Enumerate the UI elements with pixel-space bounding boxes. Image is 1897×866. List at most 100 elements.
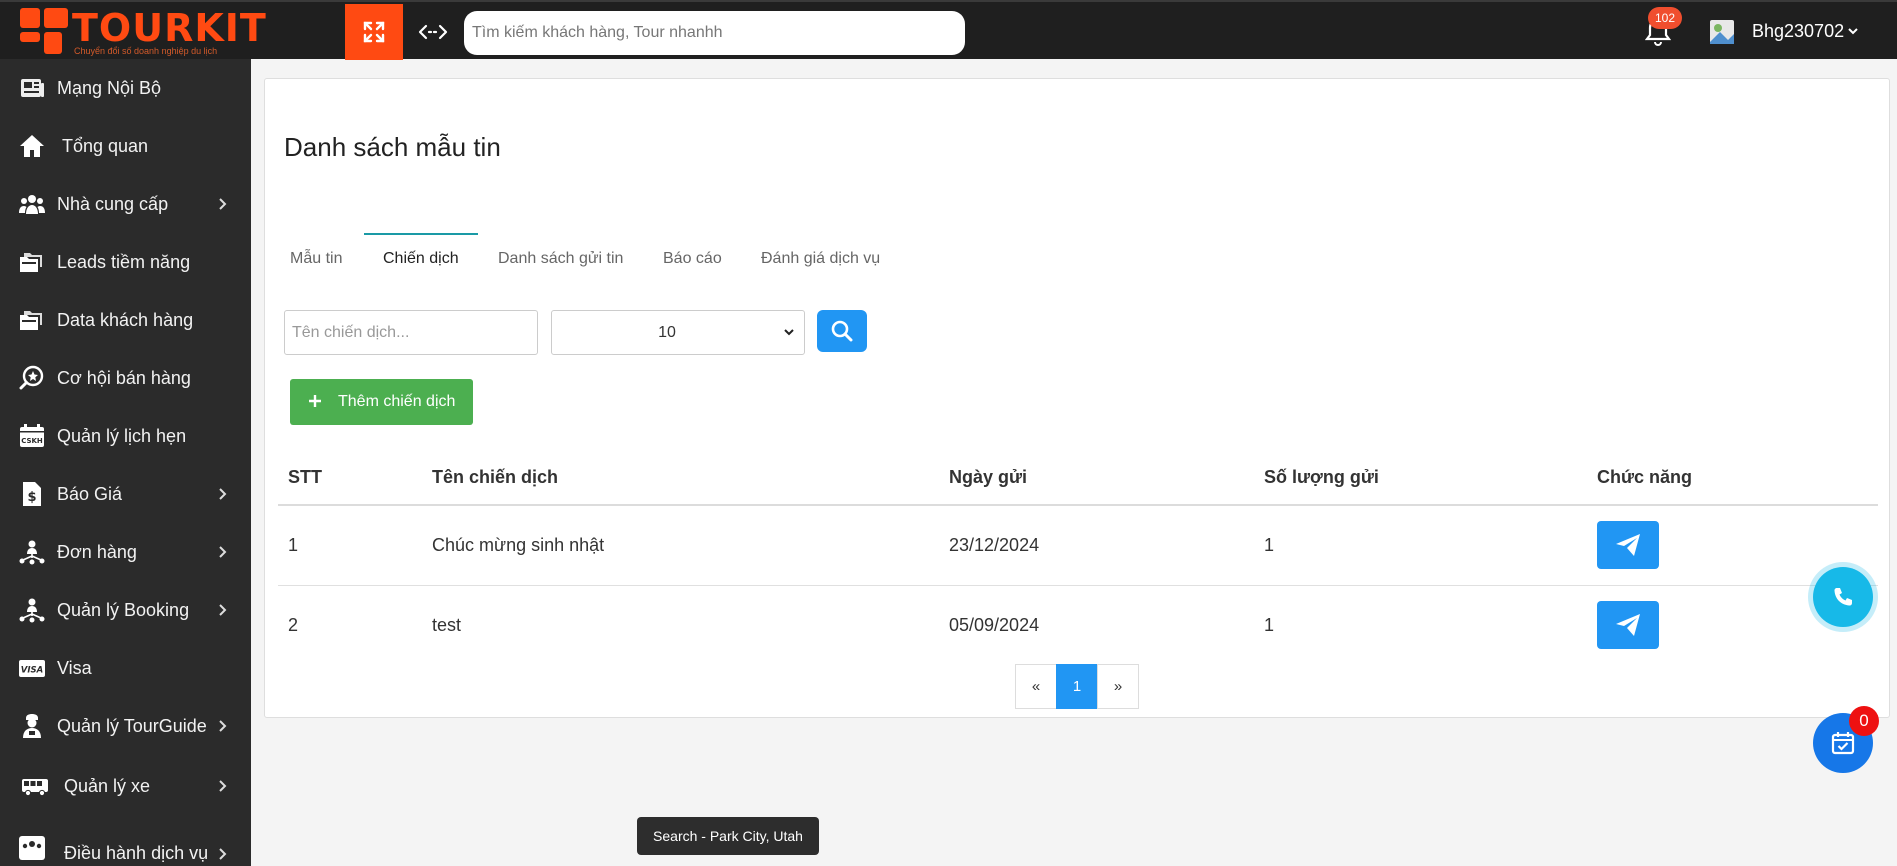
phone-icon [1834,588,1852,606]
page-title: Danh sách mẫu tin [284,132,501,162]
sidebar-item-bao-gia[interactable]: $ Báo Giá [0,465,251,523]
page-size-select[interactable]: 10 [551,310,805,355]
guide-person-icon [23,714,41,738]
column-header-actions: Chức năng [1597,467,1693,487]
add-campaign-label: Thêm chiến dịch [338,393,456,410]
table-cell-send-date: 23/12/2024 [949,535,1040,555]
svg-text:$: $ [27,490,36,505]
sidebar-item-label: Cơ hội bán hàng [57,367,191,388]
sidebar-item-leads-tiem-nang[interactable]: Leads tiềm năng [0,233,251,291]
home-icon [20,135,44,157]
tab-mau-tin[interactable]: Mẫu tin [290,250,342,268]
send-campaign-button[interactable] [1597,601,1659,649]
network-icon [19,598,45,623]
sidebar-item-co-hoi-ban-hang[interactable]: Cơ hội bán hàng [0,349,251,407]
sidebar-item-label: Báo Giá [57,483,123,504]
folders-icon [20,311,42,330]
chevron-right-icon [219,720,227,732]
chevron-down-icon [784,329,794,336]
team-icon [19,836,45,860]
tab-bao-cao[interactable]: Báo cáo [663,250,722,268]
sidebar-item-label: Quản lý xe [64,775,151,796]
tab-danh-gia-dich-vu[interactable]: Đánh giá dịch vụ [761,250,880,268]
sidebar-item-label: Leads tiềm năng [57,251,191,272]
call-button[interactable] [1813,567,1873,627]
quick-search-input[interactable] [464,11,965,55]
column-header-campaign-name: Tên chiến dịch [432,467,559,487]
task-count-badge: 0 [1849,706,1879,736]
sidebar-item-tong-quan[interactable]: Tổng quan [0,117,251,175]
sidebar-item-quan-ly-xe[interactable]: Quản lý xe [0,757,251,815]
tab-danh-sach-gui-tin[interactable]: Danh sách gửi tin [498,250,623,268]
add-campaign-button[interactable]: Thêm chiến dịch [290,379,473,425]
newspaper-icon [21,79,44,97]
sidebar: Mạng Nội Bộ Tổng quan Nhà cung cấp Leads… [0,59,251,866]
fullscreen-button[interactable] [345,4,403,60]
sidebar-item-label: Đơn hàng [57,541,137,562]
chevron-right-icon [219,604,227,616]
sidebar-item-label: Quản lý TourGuide [57,715,207,736]
paper-plane-icon [1616,614,1640,636]
pagination-prev[interactable]: « [1015,664,1057,709]
table-cell-send-date: 05/09/2024 [949,615,1040,635]
chevron-right-icon [219,546,227,558]
column-header-send-count: Số lượng gửi [1264,467,1379,487]
table-cell-send-count: 1 [1264,535,1275,555]
top-bar: TOURKIT Chuyển đổi số doanh nghiệp du lị… [0,0,1897,60]
logo[interactable]: TOURKIT Chuyển đổi số doanh nghiệp du lị… [18,6,266,58]
column-header-send-date: Ngày gửi [949,467,1028,487]
cskh-calendar-icon: CSKH [20,424,44,447]
campaign-name-input[interactable] [284,310,538,355]
search-icon [831,320,853,342]
table-header-divider [278,504,1878,506]
send-campaign-button[interactable] [1597,521,1659,569]
logo-slogan: Chuyển đổi số doanh nghiệp du lịch [74,46,218,56]
sidebar-item-quan-ly-lich-hen[interactable]: CSKH Quản lý lịch hẹn [0,407,251,465]
visa-card-icon: VISA [19,660,45,677]
sidebar-item-quan-ly-tourguide[interactable]: Quản lý TourGuide [0,697,251,755]
chevron-right-icon [219,780,227,792]
page-size-value: 10 [658,324,676,341]
sidebar-item-label: Mạng Nội Bộ [57,77,162,98]
chevron-right-icon [219,198,227,210]
chevron-down-icon[interactable] [1847,25,1859,37]
users-icon [19,195,45,214]
chevron-right-icon [219,848,227,860]
horizontal-arrows-icon[interactable] [418,20,448,44]
table-cell-send-count: 1 [1264,615,1275,635]
search-tooltip: Search - Park City, Utah [637,817,819,855]
avatar[interactable] [1706,16,1738,48]
pagination-page-1[interactable]: 1 [1056,664,1098,709]
sidebar-item-label: Quản lý Booking [57,599,190,620]
sidebar-item-mang-noi-bo[interactable]: Mạng Nội Bộ [0,59,251,117]
table-cell-campaign-name: Chúc mừng sinh nhật [432,535,605,555]
expand-icon [363,21,385,43]
sidebar-item-nha-cung-cap[interactable]: Nhà cung cấp [0,175,251,233]
sidebar-item-quan-ly-booking[interactable]: Quản lý Booking [0,581,251,639]
svg-text:VISA: VISA [21,666,43,676]
sidebar-item-label: Tổng quan [62,135,149,156]
sidebar-item-label: Nhà cung cấp [57,193,169,214]
search-star-icon [19,365,44,390]
network-icon [19,540,45,565]
sidebar-item-data-khach-hang[interactable]: Data khách hàng [0,291,251,349]
sidebar-item-dieu-hanh-dich-vu[interactable]: Điều hành dịch vụ [0,815,251,866]
active-tab-indicator [364,233,478,235]
bus-icon [22,779,48,797]
search-button[interactable] [817,310,867,352]
column-header-stt: STT [288,467,322,487]
table-cell-stt: 1 [288,535,299,555]
pagination-next[interactable]: » [1097,664,1139,709]
user-name[interactable]: Bhg230702 [1752,21,1844,42]
table-cell-stt: 2 [288,615,299,635]
dollar-file-icon: $ [23,482,41,506]
sidebar-item-label: Data khách hàng [57,309,194,330]
sidebar-item-don-hang[interactable]: Đơn hàng [0,523,251,581]
chevron-right-icon [219,488,227,500]
sidebar-item-visa[interactable]: VISA Visa [0,639,251,697]
svg-text:CSKH: CSKH [21,437,43,445]
table-row-divider [278,585,1878,586]
tab-chien-dich[interactable]: Chiến dịch [383,250,459,268]
paper-plane-icon [1616,534,1640,556]
notification-badge: 102 [1648,7,1683,29]
